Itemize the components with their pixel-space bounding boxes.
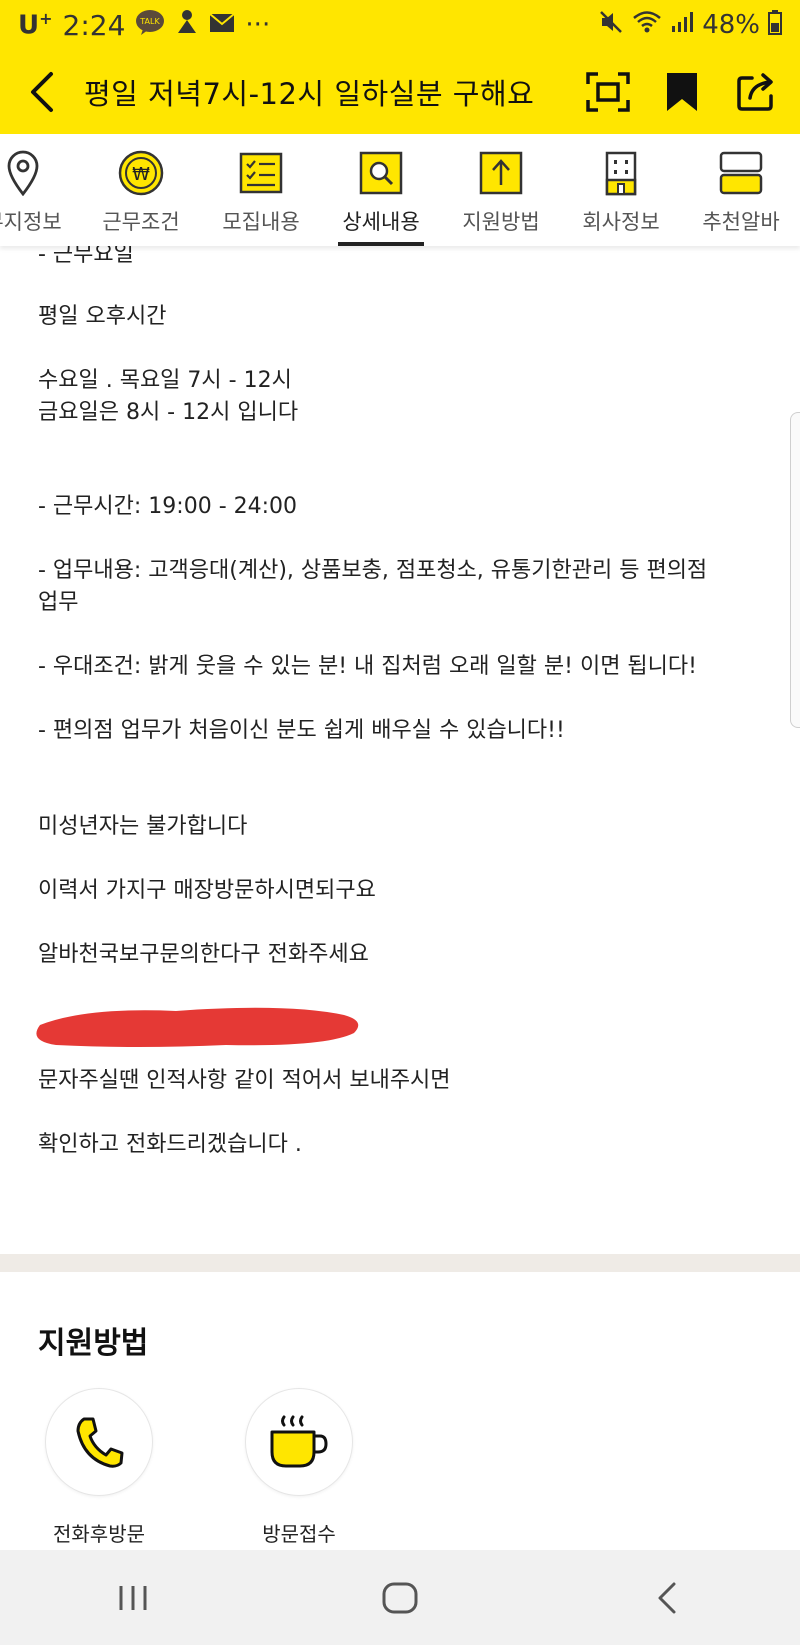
detail-line: 업무 [38,590,79,615]
tab-label: 모집내용 [222,210,300,234]
detail-line: 알바천국보구문의한다구 전화주세요 [38,942,369,967]
home-icon [382,1582,418,1613]
tab-label: 무지정보 [0,210,62,234]
recent-apps-button[interactable] [88,1563,178,1633]
bookmark-button[interactable] [660,70,704,114]
kakaotalk-icon: TALK [135,9,165,42]
upload-doc-icon [479,148,523,198]
detail-line: - 업무내용: 고객응대(계산), 상품보충, 점포청소, 유통기한관리 등 편… [38,558,708,583]
apply-phone-then-visit[interactable]: 전화후방문 [44,1388,154,1547]
section-divider [0,1254,800,1272]
chevron-left-icon [31,72,53,112]
detail-line: 금요일은 8시 - 12시 입니다 [38,400,299,425]
battery-icon [768,9,782,42]
redaction-mark [36,1007,359,1047]
detail-line: 평일 오후시간 [38,304,167,329]
detail-line: 문자주실땐 인적사항 같이 적어서 보내주시면 [38,1068,451,1093]
tab-recruitment[interactable]: 모집내용 [206,134,316,246]
tab-company-info[interactable]: 회사정보 [566,134,676,246]
home-button[interactable] [355,1563,445,1633]
mail-icon [209,10,236,40]
detail-line: - 우대조건: 밝게 웃을 수 있는 분! 내 집처럼 오래 일할 분! 이면 … [38,654,697,679]
app-header: 평일 저녁7시-12시 일하실분 구해요 [0,50,800,134]
tab-details[interactable]: 상세내용 [326,134,436,246]
share-icon [737,73,773,111]
share-button[interactable] [734,70,778,114]
status-bar: U+ 2:24 TALK ··· 48% [0,0,800,50]
tab-recommended-jobs[interactable]: 추천알바 [686,134,796,246]
apply-section-title: 지원방법 [38,1326,149,1361]
location-pin-icon [5,148,41,198]
expand-frame-icon [586,72,630,112]
recent-apps-icon [119,1585,147,1610]
detail-line: 수요일 . 목요일 7시 - 12시 [38,368,292,393]
checklist-icon [239,148,283,198]
detail-line: 확인하고 전화드리겠습니다 . [38,1132,302,1157]
more-notifications: ··· [245,10,271,40]
coffee-cup-icon [270,1415,328,1468]
detail-line: 이력서 가지구 매장방문하시면되구요 [38,878,376,903]
fullscreen-button[interactable] [586,70,630,114]
magnifier-doc-icon [359,148,403,198]
apply-option-label: 전화후방문 [53,1522,145,1546]
bookmark-icon [667,73,697,111]
apply-option-circle[interactable] [245,1388,353,1496]
detail-line: - 근무시간: 19:00 - 24:00 [38,494,298,519]
tab-work-conditions[interactable]: ₩ 근무조건 [86,134,196,246]
svg-text:₩: ₩ [132,164,150,185]
won-coin-icon: ₩ [118,148,164,198]
page-title: 평일 저녁7시-12시 일하실분 구해요 [84,77,535,111]
mute-icon [598,9,624,42]
building-icon [604,148,638,198]
battery-percent: 48% [702,10,760,40]
signal-icon [670,10,694,41]
wifi-icon [632,10,662,41]
tab-label: 지원방법 [462,210,540,234]
app-notification-icon [175,9,199,42]
back-button[interactable] [0,50,84,134]
active-tab-indicator [338,242,424,246]
svg-text:TALK: TALK [140,17,161,26]
chevron-left-icon [658,1582,676,1613]
apply-walk-in[interactable]: 방문접수 [244,1388,354,1547]
phone-icon [76,1417,124,1468]
system-nav-bar [0,1550,800,1645]
tab-location-info[interactable]: 무지정보 [0,134,78,246]
system-back-button[interactable] [622,1563,712,1633]
scroll-handle[interactable] [790,412,800,728]
detail-line: 미성년자는 불가합니다 [38,814,248,839]
tab-label: 추천알바 [702,210,780,234]
apply-option-label: 방문접수 [262,1522,336,1546]
section-tab-bar: 무지정보 ₩ 근무조건 모집내용 상세내용 지원방법 회사정보 추천 [0,134,800,246]
tab-label: 회사정보 [582,210,660,234]
detail-line: - 편의점 업무가 처음이신 분도 쉽게 배우실 수 있습니다!! [38,718,565,743]
tab-apply-method[interactable]: 지원방법 [446,134,556,246]
carrier-label: U+ [18,9,53,41]
status-time: 2:24 [62,8,126,42]
apply-option-circle[interactable] [45,1388,153,1496]
cards-icon [719,148,763,198]
tab-label: 상세내용 [342,210,420,234]
tab-label: 근무조건 [102,210,180,234]
